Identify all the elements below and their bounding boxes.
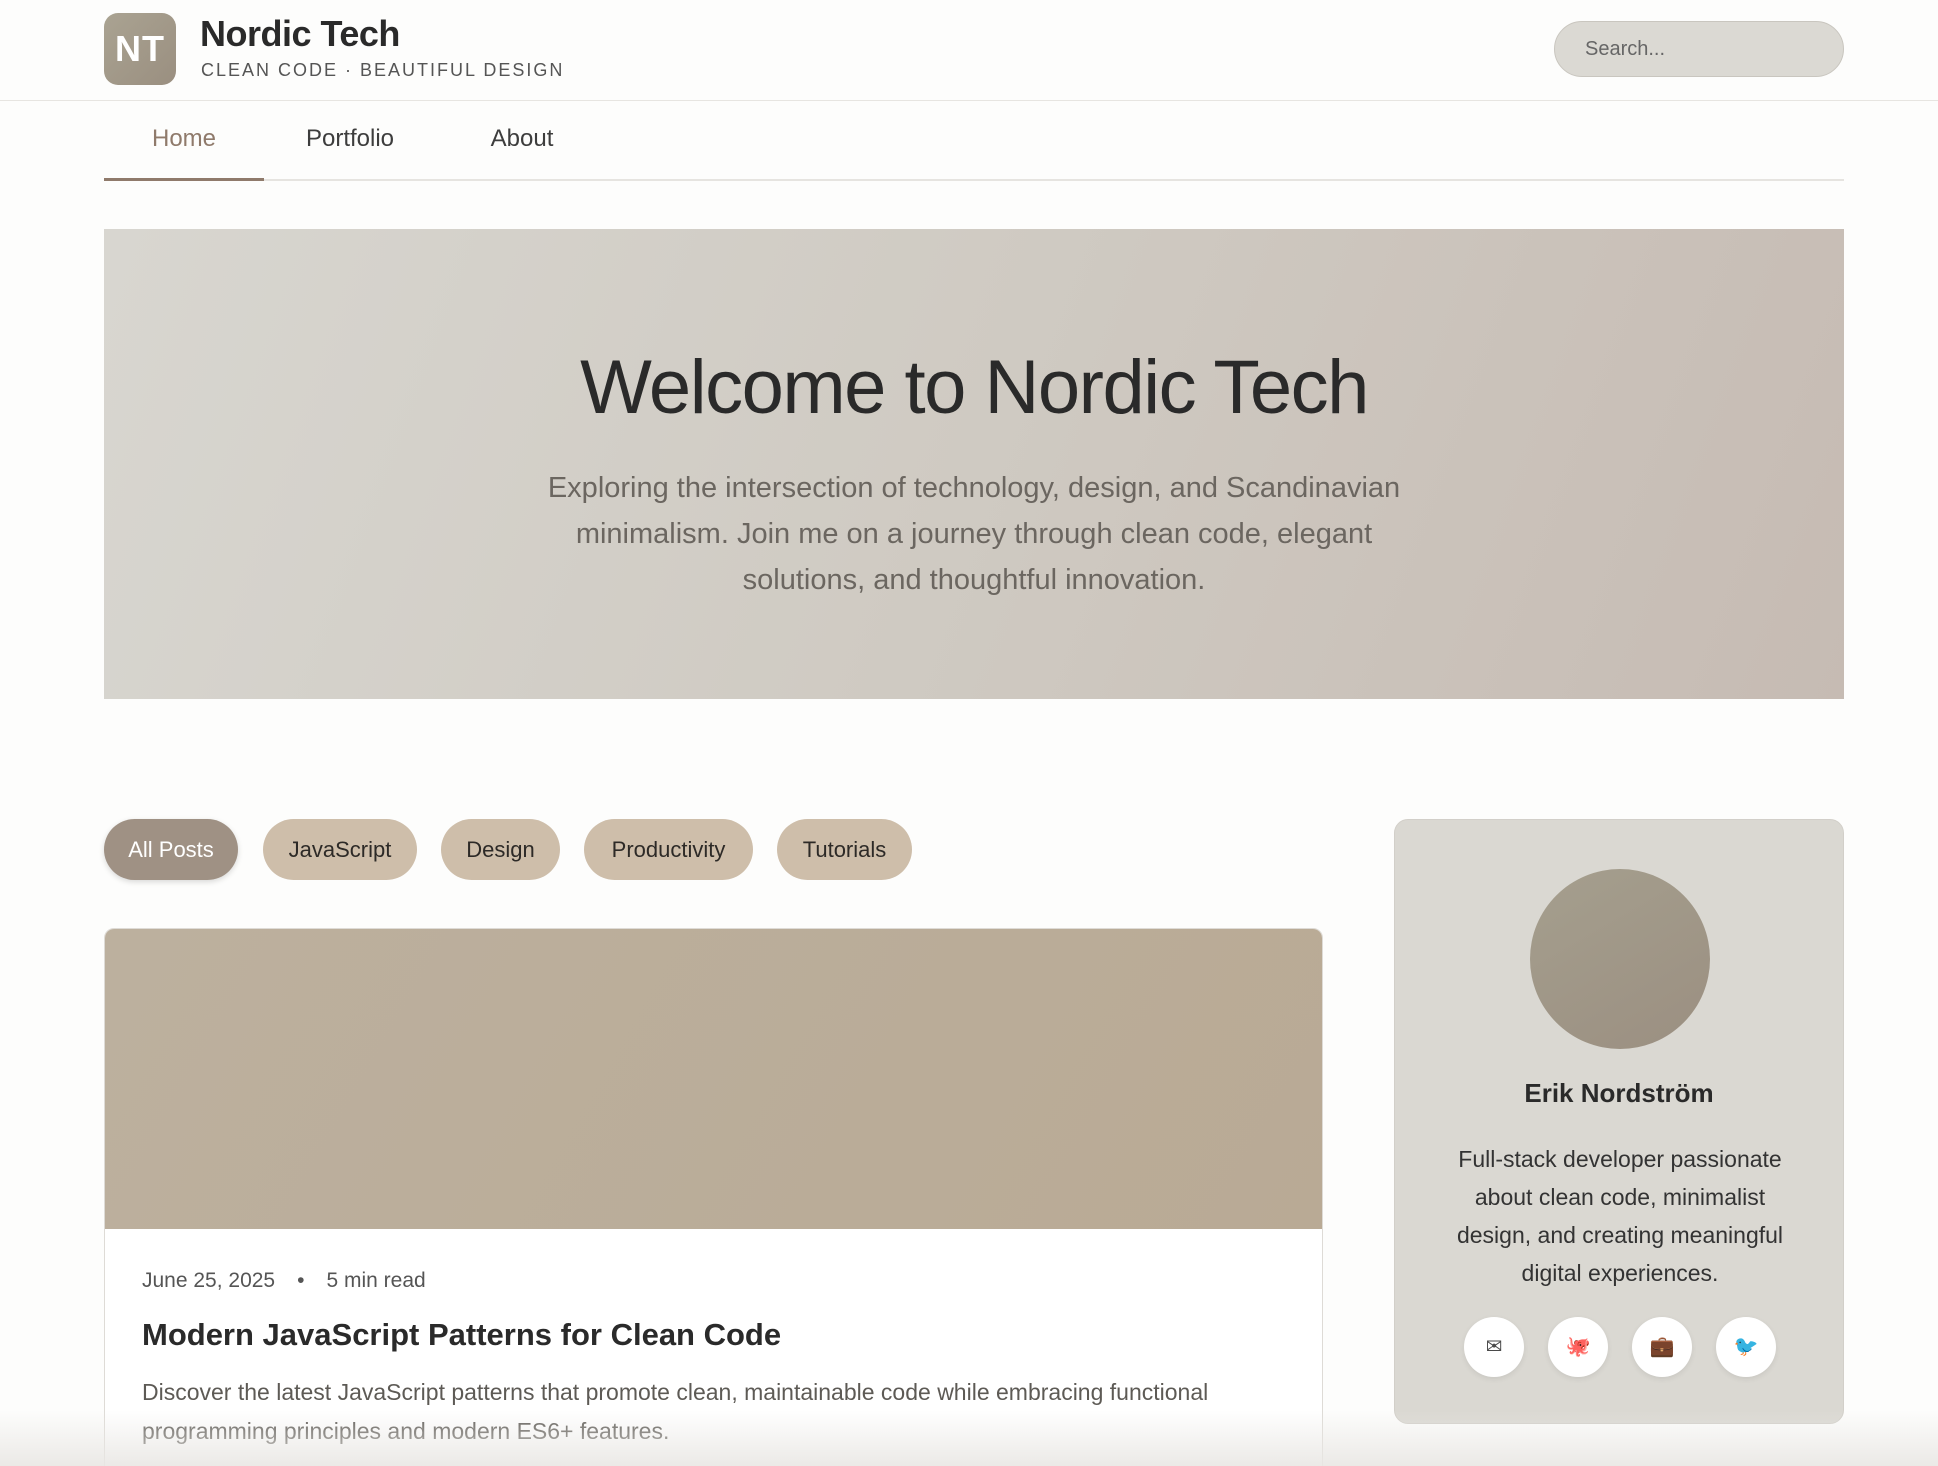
- filter-tutorials[interactable]: Tutorials: [777, 819, 912, 880]
- search-input[interactable]: [1554, 21, 1844, 77]
- filter-design[interactable]: Design: [441, 819, 560, 880]
- author-bio: Full-stack developer passionate about cl…: [1456, 1146, 1784, 1286]
- briefcase-icon[interactable]: 💼: [1632, 1317, 1692, 1377]
- main-nav: Home Portfolio About: [104, 101, 1844, 181]
- bird-icon[interactable]: 🐦: [1716, 1317, 1776, 1377]
- site-tagline: CLEAN CODE · BEAUTIFUL DESIGN: [201, 60, 565, 80]
- avatar: [1530, 869, 1710, 1049]
- filter-all-posts[interactable]: All Posts: [104, 819, 238, 880]
- post-date: June 25, 2025: [142, 1269, 276, 1292]
- site-title[interactable]: Nordic Tech: [200, 13, 400, 55]
- post-title[interactable]: Modern JavaScript Patterns for Clean Cod…: [142, 1317, 781, 1353]
- site-header: NT Nordic Tech CLEAN CODE · BEAUTIFUL DE…: [0, 0, 1938, 101]
- author-profile-card: Erik Nordström Full-stack developer pass…: [1394, 819, 1844, 1424]
- github-octopus-icon[interactable]: 🐙: [1548, 1317, 1608, 1377]
- hero-description: Exploring the intersection of technology…: [547, 472, 1401, 596]
- post-meta: June 25, 2025 • 5 min read: [142, 1269, 426, 1293]
- nav-item-portfolio[interactable]: Portfolio: [264, 101, 436, 181]
- filter-productivity[interactable]: Productivity: [584, 819, 753, 880]
- nav-item-home[interactable]: Home: [104, 101, 264, 181]
- hero-banner: Welcome to Nordic Tech Exploring the int…: [104, 229, 1844, 699]
- hero-title: Welcome to Nordic Tech: [580, 345, 1369, 430]
- post-excerpt: Discover the latest JavaScript patterns …: [142, 1379, 1209, 1444]
- site-logo[interactable]: NT: [104, 13, 176, 85]
- author-name: Erik Nordström: [1524, 1078, 1714, 1108]
- post-card[interactable]: June 25, 2025 • 5 min read Modern JavaScri…: [104, 928, 1323, 1466]
- post-read-time: 5 min read: [326, 1269, 426, 1292]
- filter-javascript[interactable]: JavaScript: [263, 819, 417, 880]
- post-cover-image[interactable]: [105, 929, 1322, 1229]
- email-icon[interactable]: ✉: [1464, 1317, 1524, 1377]
- meta-separator: •: [297, 1269, 305, 1292]
- nav-item-about[interactable]: About: [436, 101, 608, 181]
